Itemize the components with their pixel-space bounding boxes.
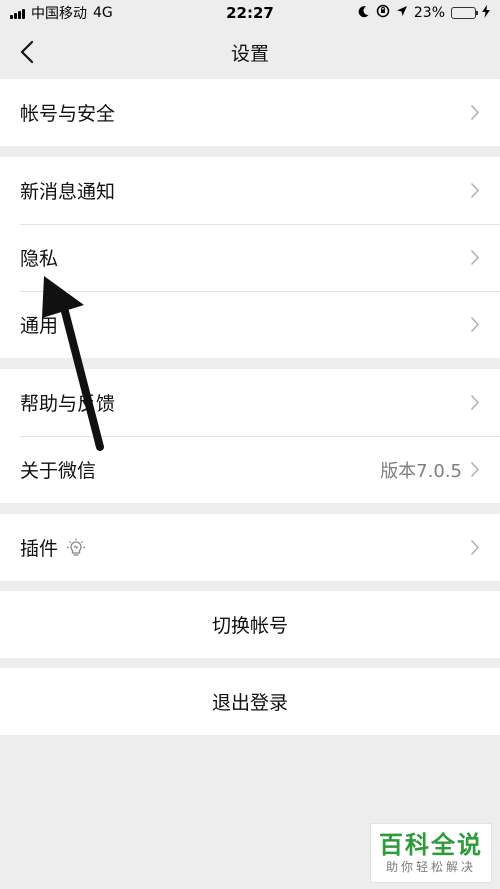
battery-icon xyxy=(451,7,478,19)
carrier-name: 中国移动 xyxy=(31,6,87,22)
row-label: 关于微信 xyxy=(20,460,97,482)
row-about-wechat[interactable]: 关于微信 版本7.0.5 xyxy=(0,436,500,503)
nav-bar: 设置 xyxy=(0,26,500,78)
lightbulb-icon xyxy=(66,538,86,558)
row-plugins[interactable]: 插件 xyxy=(0,514,500,581)
chevron-right-icon xyxy=(470,394,480,411)
row-label: 隐私 xyxy=(20,248,59,270)
group-switch-account: 切换帐号 xyxy=(0,591,500,658)
logout-label: 退出登录 xyxy=(211,692,288,714)
moon-icon xyxy=(357,5,370,22)
switch-account-button[interactable]: 切换帐号 xyxy=(0,591,500,658)
switch-account-label: 切换帐号 xyxy=(211,615,288,637)
chevron-right-icon xyxy=(470,104,480,121)
row-help-feedback[interactable]: 帮助与反馈 xyxy=(0,369,500,436)
rotation-lock-icon xyxy=(376,4,390,22)
network-type: 4G xyxy=(93,5,113,21)
group-account: 帐号与安全 xyxy=(0,79,500,146)
chevron-right-icon xyxy=(470,539,480,556)
chevron-left-icon xyxy=(20,41,34,63)
battery-percent: 23% xyxy=(413,5,445,21)
group-plugins: 插件 xyxy=(0,514,500,581)
chevron-right-icon xyxy=(470,249,480,266)
group-logout: 退出登录 xyxy=(0,668,500,735)
chevron-right-icon xyxy=(470,182,480,199)
status-left: 中国移动 4G xyxy=(10,3,113,23)
signal-icon xyxy=(10,8,25,19)
back-button[interactable] xyxy=(12,36,42,68)
charging-icon xyxy=(482,4,490,22)
row-privacy[interactable]: 隐私 xyxy=(0,224,500,291)
group-about: 帮助与反馈 关于微信 版本7.0.5 xyxy=(0,369,500,503)
row-label: 帮助与反馈 xyxy=(20,393,116,415)
chevron-right-icon xyxy=(470,316,480,333)
watermark-subtitle: 助你轻松解决 xyxy=(385,860,476,874)
version-value: 版本7.0.5 xyxy=(380,460,462,482)
row-label: 插件 xyxy=(20,538,59,560)
watermark-title: 百科全说 xyxy=(379,831,483,859)
location-icon xyxy=(396,5,408,21)
row-account-security[interactable]: 帐号与安全 xyxy=(0,79,500,146)
watermark-logo: 百科全说 助你轻松解决 xyxy=(370,823,492,883)
status-bar: 中国移动 4G 22:27 23% xyxy=(0,0,500,26)
page-title: 设置 xyxy=(230,42,269,65)
row-label: 帐号与安全 xyxy=(20,103,116,125)
group-general: 新消息通知 隐私 通用 xyxy=(0,157,500,358)
logout-button[interactable]: 退出登录 xyxy=(0,668,500,735)
row-label: 通用 xyxy=(20,315,59,337)
status-right: 23% xyxy=(357,4,490,22)
row-label: 新消息通知 xyxy=(20,181,116,203)
row-new-message-notification[interactable]: 新消息通知 xyxy=(0,157,500,224)
row-general[interactable]: 通用 xyxy=(0,291,500,358)
chevron-right-icon xyxy=(470,461,480,478)
